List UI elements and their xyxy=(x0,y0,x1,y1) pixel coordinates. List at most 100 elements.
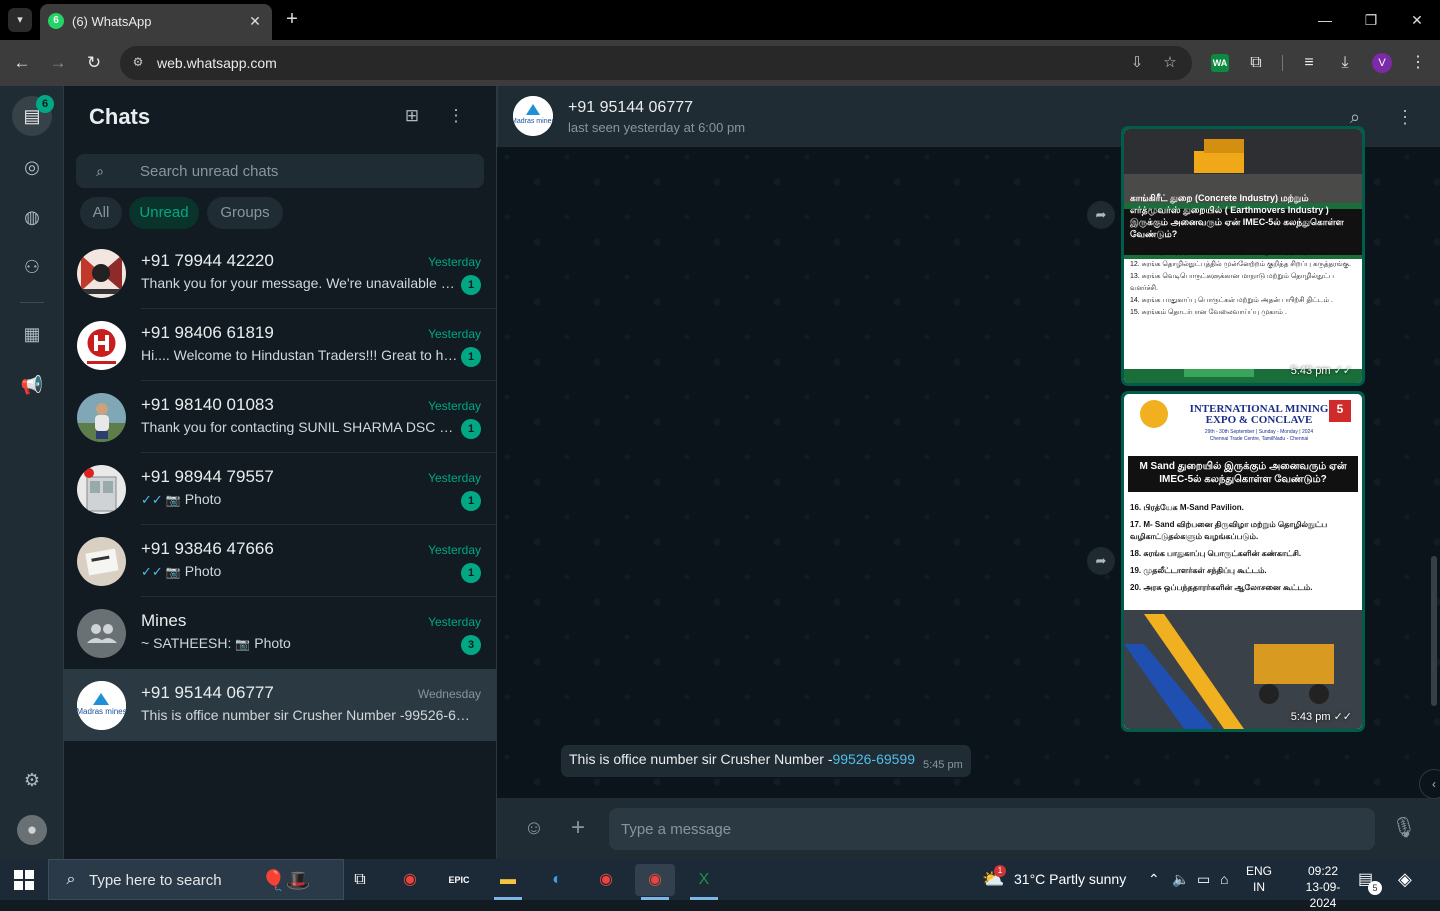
image-message-bubble[interactable]: காங்கிரீட் துறை (Concrete Industry) மற்ற… xyxy=(1121,126,1365,386)
back-button[interactable]: ← xyxy=(8,49,36,77)
browser-tab-whatsapp[interactable]: 6 (6) WhatsApp ✕ xyxy=(40,4,272,40)
region-code: IN xyxy=(1253,880,1265,894)
chat-search-box[interactable]: ⌕ xyxy=(76,154,484,188)
media-control-icon[interactable]: ≡ xyxy=(1297,51,1321,75)
settings-gear-icon[interactable]: ⚙ xyxy=(17,765,47,795)
attach-plus-icon[interactable]: + xyxy=(565,815,591,841)
excel-icon[interactable]: X xyxy=(684,864,724,900)
status-icon[interactable]: ◎ xyxy=(17,152,47,182)
taskbar-search-box[interactable]: ⌕ Type here to search 🎈🎩 xyxy=(48,859,344,900)
chrome-profile-icon[interactable]: ◉ xyxy=(586,864,626,896)
start-windows-icon[interactable] xyxy=(14,870,34,890)
profile-avatar[interactable]: V xyxy=(1372,53,1392,73)
expo-venue: Chennai Trade Centre, TamilNadu - Chenna… xyxy=(1209,436,1309,442)
my-profile-avatar[interactable]: ● xyxy=(17,815,47,845)
microphone-icon[interactable]: 🎙 xyxy=(1391,815,1417,841)
message-time: 5:43 pm ✓✓ xyxy=(1291,364,1352,377)
filter-unread[interactable]: Unread xyxy=(129,197,199,229)
chat-list-item[interactable]: +91 98406 61819 Yesterday Hi.... Welcome… xyxy=(64,309,496,381)
taskbar-search-placeholder: Type here to search xyxy=(89,872,222,889)
chat-preview: ✓✓ 📷 Photo xyxy=(141,563,459,580)
poster-point: 13. சுரங்க வெடிபொருட்களுக்கான மாநாடு மற்… xyxy=(1130,273,1335,292)
language-code: ENG xyxy=(1245,864,1272,878)
weather-text[interactable]: 31°C Partly sunny xyxy=(1014,859,1126,900)
filter-all[interactable]: All xyxy=(80,197,122,229)
file-explorer-icon[interactable]: ▬ xyxy=(488,864,528,900)
install-app-icon[interactable]: ⇩ xyxy=(1127,53,1147,73)
reload-button[interactable]: ↻ xyxy=(80,49,108,77)
chat-list: +91 79944 42220 Yesterday Thank you for … xyxy=(64,237,496,741)
chat-list-item[interactable]: +91 98140 01083 Yesterday Thank you for … xyxy=(64,381,496,453)
clock-date: 13-09-2024 xyxy=(1305,880,1341,910)
double-tick-icon: ✓✓ xyxy=(141,564,163,579)
poster-point: 12. சுரங்க தொழில்நுட்பத்தில் முன்னேற்றம்… xyxy=(1130,261,1351,268)
group-avatar xyxy=(77,609,126,658)
chat-name: Mines xyxy=(141,611,187,630)
new-tab-button[interactable]: + xyxy=(280,8,304,32)
bookmark-star-icon[interactable]: ☆ xyxy=(1160,53,1180,73)
chat-list-item-selected[interactable]: Madras mines +91 95144 06777 Wednesday T… xyxy=(64,669,496,741)
communities-icon[interactable]: ⚇ xyxy=(17,252,47,282)
battery-icon[interactable]: ▭ xyxy=(1197,859,1210,900)
forward-icon[interactable]: ➦ xyxy=(1087,547,1115,575)
contact-name[interactable]: +91 95144 06777 xyxy=(568,99,693,117)
volume-icon[interactable]: 🔈 xyxy=(1172,859,1189,900)
chat-list-item[interactable]: +91 98944 79557 Yesterday ✓✓ 📷 Photo 1 xyxy=(64,453,496,525)
forward-icon[interactable]: ➦ xyxy=(1087,201,1115,229)
chat-preview-sender: ~ SATHEESH: xyxy=(141,635,232,651)
chat-list-item[interactable]: +91 79944 42220 Yesterday Thank you for … xyxy=(64,237,496,309)
conversation-menu-icon[interactable]: ⋮ xyxy=(1393,105,1417,129)
chat-search-input[interactable] xyxy=(140,154,470,188)
channels-icon[interactable]: ◍ xyxy=(17,202,47,232)
copilot-icon[interactable]: ◈ xyxy=(1398,859,1412,900)
tab-search-button[interactable]: ▾ xyxy=(8,8,32,32)
double-tick-icon: ✓✓ xyxy=(141,492,163,507)
message-input[interactable] xyxy=(621,808,1361,850)
epic-games-icon[interactable]: EPIC xyxy=(439,864,479,896)
phone-number-link[interactable]: 99526-69599 xyxy=(832,751,915,767)
message-time: 5:45 pm xyxy=(923,759,963,771)
forward-button[interactable]: → xyxy=(44,49,72,77)
whatsapp-extension-icon[interactable]: WA xyxy=(1211,54,1229,72)
close-window-button[interactable]: ✕ xyxy=(1394,0,1440,40)
whatsapp-app: ▤ 6 ◎ ◍ ⚇ ▦ 📢 ⚙ ● Chats ⊞ ⋮ ⌕ All Unread… xyxy=(0,86,1440,859)
language-indicator[interactable]: ENG IN xyxy=(1244,863,1274,895)
chat-name: +91 95144 06777 xyxy=(141,683,274,702)
minimize-button[interactable]: — xyxy=(1302,0,1348,40)
browser-menu-icon[interactable]: ⋮ xyxy=(1406,51,1430,75)
close-tab-icon[interactable]: ✕ xyxy=(246,12,264,30)
sidebar-menu-icon[interactable]: ⋮ xyxy=(444,104,468,128)
address-bar[interactable]: ⚙ web.whatsapp.com ⇩ ☆ xyxy=(120,46,1192,80)
chat-list-item[interactable]: +91 93846 47666 Yesterday ✓✓ 📷 Photo 1 xyxy=(64,525,496,597)
contact-avatar[interactable]: Madras mines xyxy=(513,96,553,136)
business-tools-icon[interactable]: ▦ xyxy=(17,319,47,349)
unread-badge: 1 xyxy=(461,347,481,367)
site-info-icon[interactable]: ⚙ xyxy=(130,55,146,71)
expo-edition-badge: 5 xyxy=(1336,402,1344,416)
extensions-puzzle-icon[interactable]: ⧉ xyxy=(1244,51,1268,75)
search-highlight-illustration-icon: 🎈🎩 xyxy=(261,870,311,892)
clock-time: 09:22 xyxy=(1307,864,1339,878)
task-view-icon[interactable]: ⧉ xyxy=(340,864,380,896)
new-chat-icon[interactable]: ⊞ xyxy=(400,104,424,128)
chrome-active-icon[interactable]: ◉ xyxy=(635,864,675,900)
show-hidden-icons-icon[interactable]: ⌃ xyxy=(1148,859,1160,900)
edge-icon[interactable]: ◐ xyxy=(537,864,577,896)
message-time: 5:43 pm ✓✓ xyxy=(1291,710,1352,723)
filter-groups[interactable]: Groups xyxy=(207,197,283,229)
image-message-content[interactable]: காங்கிரீட் துறை (Concrete Industry) மற்ற… xyxy=(1124,129,1362,383)
restore-button[interactable]: ❐ xyxy=(1348,0,1394,40)
taskbar-clock[interactable]: 09:22 13-09-2024 xyxy=(1298,863,1348,911)
image-message-content[interactable]: INTERNATIONAL MINING EXPO & CONCLAVE 29t… xyxy=(1124,394,1362,729)
url-text[interactable]: web.whatsapp.com xyxy=(157,55,277,71)
downloads-icon[interactable]: ⤓ xyxy=(1333,51,1357,75)
advertise-icon[interactable]: 📢 xyxy=(17,370,47,400)
chat-list-item[interactable]: Mines Yesterday ~ SATHEESH: 📷 Photo 3 xyxy=(64,597,496,669)
network-icon[interactable]: ⌂ xyxy=(1220,859,1228,900)
image-message-bubble[interactable]: INTERNATIONAL MINING EXPO & CONCLAVE 29t… xyxy=(1121,391,1365,732)
chrome-icon[interactable]: ◉ xyxy=(390,864,430,896)
message-input-box[interactable] xyxy=(609,808,1375,850)
emoji-icon[interactable]: ☺ xyxy=(521,815,547,841)
incoming-text-message[interactable]: This is office number sir Crusher Number… xyxy=(561,745,971,777)
conversation-scrollbar[interactable] xyxy=(1431,556,1437,706)
